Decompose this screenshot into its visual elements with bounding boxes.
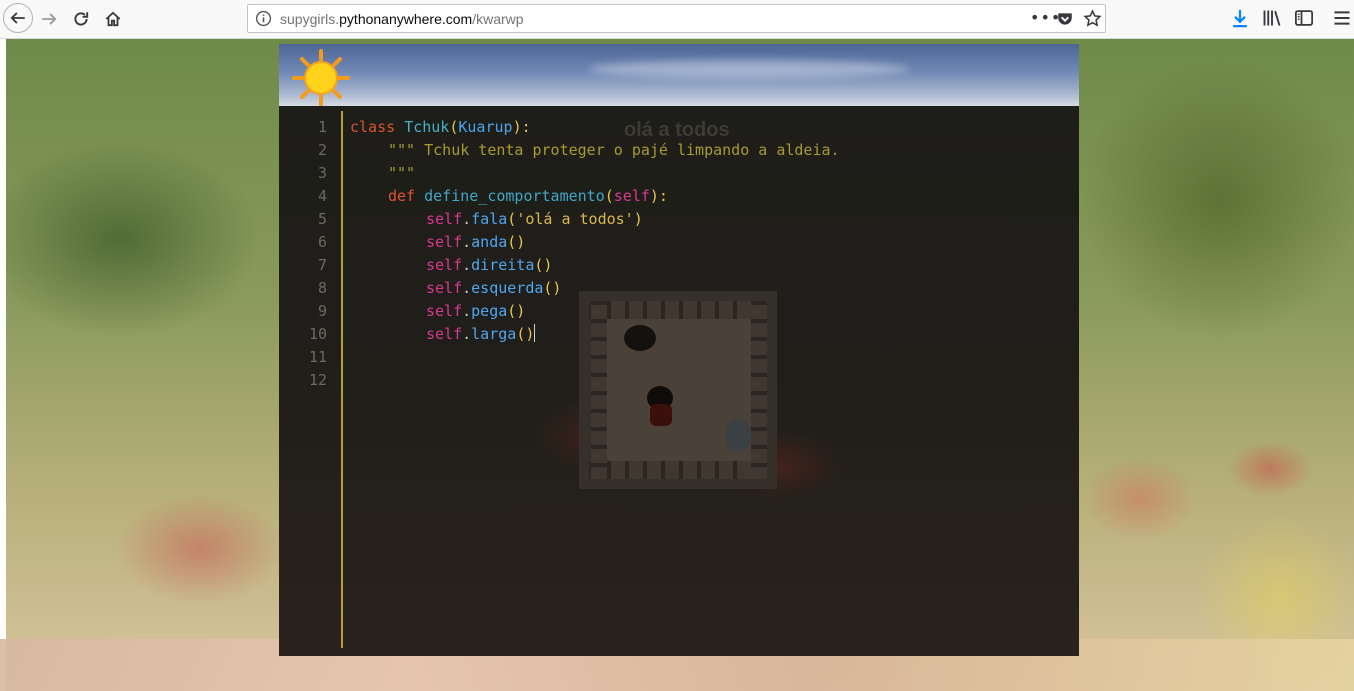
address-bar[interactable]: supygirls.pythonanywhere.com/kwarwp ••• [247,4,1106,33]
line-number: 6 [317,233,327,251]
library-icon[interactable] [1262,8,1282,28]
download-icon[interactable] [1230,8,1250,28]
code-line: """ Tchuk tenta proteger o pajé limpando… [388,139,840,162]
game-scene: olá a todos 1 2 3 4 5 6 7 8 9 10 11 12 c… [279,106,1079,656]
paren: () [543,279,562,297]
text-cursor [534,324,536,342]
line-number: 4 [317,187,327,205]
url-host: pythonanywhere.com [339,11,473,27]
self-ref: self [426,302,463,320]
line-number: 12 [308,371,327,389]
self-ref: self [426,325,463,343]
self-ref: self [426,279,463,297]
url-path: /kwarwp [472,11,524,27]
paren: () [534,256,553,274]
class-name: Tchuk [404,118,450,136]
back-button[interactable] [3,3,33,33]
line-number: 10 [308,325,327,343]
home-button[interactable] [98,4,128,34]
code-line: self.anda() [426,231,525,254]
line-number: 3 [317,164,327,182]
dot: . [462,256,472,274]
line-gutter: 1 2 3 4 5 6 7 8 9 10 11 12 [285,111,343,648]
self-ref: self [426,256,463,274]
sky-header [279,44,1079,107]
browser-toolbar: supygirls.pythonanywhere.com/kwarwp ••• [0,0,1354,39]
cloud [589,60,909,78]
page-left-edge [0,39,6,691]
method-name: larga [471,325,517,343]
string-literal: 'olá a todos' [516,210,634,228]
keyword: def [388,187,416,205]
docstring: """ Tchuk tenta proteger o pajé limpando… [388,141,840,159]
menu-icon[interactable] [1332,8,1352,28]
paren: ): [649,187,668,205]
code-line: self.fala('olá a todos') [426,208,643,231]
function-name: define_comportamento [424,187,605,205]
dot: . [462,210,472,228]
site-info-icon[interactable] [255,10,272,27]
pocket-icon[interactable] [1056,10,1074,28]
sidebar-icon[interactable] [1294,8,1314,28]
url-text: supygirls.pythonanywhere.com/kwarwp [280,11,524,27]
sun-icon [292,49,350,107]
page-background: olá a todos 1 2 3 4 5 6 7 8 9 10 11 12 c… [0,39,1354,691]
dot: . [462,325,472,343]
paren: () [516,325,535,343]
code-line: self.direita() [426,254,552,277]
line-number: 11 [308,348,327,366]
reload-icon [74,12,89,26]
paren: () [507,302,526,320]
url-prefix: supygirls. [280,11,340,27]
paren: ( [507,210,517,228]
line-number: 5 [317,210,327,228]
dot: . [462,279,472,297]
keyword: class [350,118,396,136]
code-line: class Tchuk(Kuarup): [350,116,531,139]
back-arrow-icon [10,12,25,24]
method-name: fala [471,210,508,228]
paren: ) [633,210,643,228]
paren: ): [512,118,531,136]
code-line: self.esquerda() [426,277,561,300]
bookmark-star-icon[interactable] [1083,9,1102,28]
line-number: 7 [317,256,327,274]
base-class: Kuarup [458,118,513,136]
reload-button[interactable] [66,4,96,34]
method-name: esquerda [471,279,544,297]
dot: . [462,233,472,251]
paren: ( [604,187,614,205]
code-line: self.larga() [426,323,536,346]
code-line: self.pega() [426,300,525,323]
game-panel: olá a todos 1 2 3 4 5 6 7 8 9 10 11 12 c… [279,44,1079,656]
docstring: """ [388,164,416,182]
method-name: direita [471,256,535,274]
dot: . [462,302,472,320]
line-number: 2 [317,141,327,159]
self-ref: self [426,210,463,228]
line-number: 9 [317,302,327,320]
method-name: anda [471,233,508,251]
home-icon [105,11,121,27]
code-editor[interactable]: 1 2 3 4 5 6 7 8 9 10 11 12 class Tchuk(K… [285,106,1073,650]
code-line: def define_comportamento(self): [388,185,668,208]
self-ref: self [426,233,463,251]
line-number: 1 [317,118,327,136]
line-number: 8 [317,279,327,297]
forward-button[interactable] [34,4,64,34]
forward-arrow-icon [42,13,57,25]
code-line: """ [388,162,415,185]
self-param: self [613,187,650,205]
paren: () [507,233,526,251]
method-name: pega [471,302,508,320]
